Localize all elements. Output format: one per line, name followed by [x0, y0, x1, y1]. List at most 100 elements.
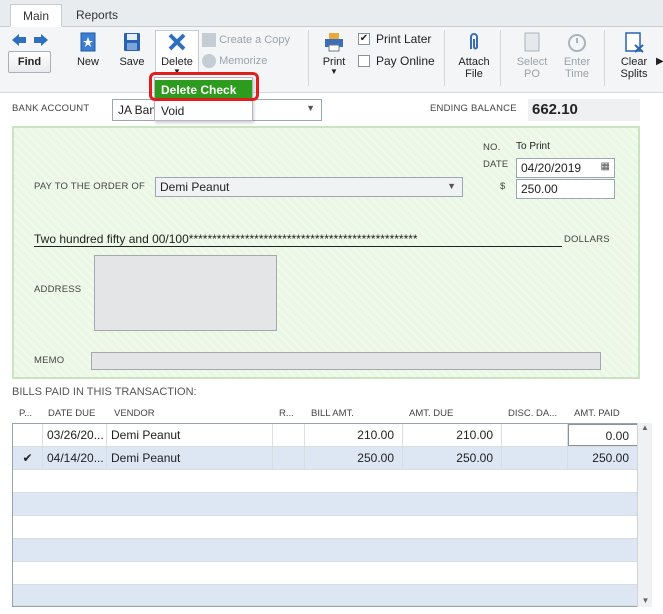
grid-scrollbar[interactable]: ▲ ▼ — [637, 423, 652, 607]
pay-online-checkbox[interactable] — [358, 55, 370, 67]
clear-splits-label-1: Clear — [620, 56, 648, 68]
check-number-value[interactable]: To Print — [516, 141, 550, 152]
new-label: New — [76, 56, 99, 68]
toolbar-separator — [308, 30, 309, 86]
chevron-down-icon: ▼ — [306, 103, 315, 113]
col-header-amt-due[interactable]: AMT. DUE — [409, 405, 489, 423]
payee-value: Demi Peanut — [160, 180, 230, 194]
print-later-label: Print Later — [376, 32, 432, 46]
col-header-date-due[interactable]: DATE DUE — [48, 405, 108, 423]
print-later-option[interactable]: ✔ Print Later — [358, 32, 458, 48]
toolbar-separator — [604, 30, 605, 86]
pay-online-option[interactable]: Pay Online — [358, 54, 458, 70]
amount-currency-label: $ — [500, 181, 506, 192]
disc-date-cell — [502, 447, 568, 469]
disc-date-cell — [502, 424, 568, 446]
date-due-cell: 04/14/20... — [43, 447, 107, 469]
ending-balance-value: 662.10 — [528, 99, 640, 121]
create-copy-button[interactable]: Create a Copy — [202, 33, 300, 49]
void-menu-item[interactable]: Void — [155, 101, 252, 121]
payee-label: PAY TO THE ORDER OF — [34, 181, 145, 192]
select-po-label-1: Select — [516, 56, 548, 68]
amt-paid-cell[interactable]: 250.00 — [568, 447, 638, 469]
bill-amt-cell: 250.00 — [305, 447, 403, 469]
delete-x-icon — [168, 33, 186, 51]
attach-label-2: File — [465, 68, 483, 80]
toolbar-overflow-icon[interactable]: ▶ — [656, 56, 663, 67]
paperclip-icon — [470, 33, 478, 50]
create-copy-label: Create a Copy — [219, 34, 290, 46]
memo-label: MEMO — [34, 355, 65, 366]
save-button[interactable]: Save — [114, 31, 150, 71]
amt-paid-cell[interactable]: 0.00 — [568, 424, 638, 446]
memorize-button[interactable]: Memorize — [202, 54, 300, 70]
col-header-bill-amt[interactable]: BILL AMT. — [311, 405, 391, 423]
enter-time-label-1: Enter — [563, 56, 591, 68]
vendor-cell: Demi Peanut — [107, 447, 273, 469]
attach-file-button[interactable]: Attach File — [455, 31, 493, 81]
scroll-down-icon[interactable]: ▼ — [638, 596, 653, 605]
date-field[interactable]: 04/20/2019 ▦ — [516, 158, 615, 178]
clear-splits-icon — [625, 32, 644, 53]
date-due-cell: 03/26/20... — [43, 424, 107, 446]
clear-splits-button[interactable]: Clear Splits — [614, 31, 654, 81]
amount-field[interactable]: 250.00 — [516, 179, 615, 199]
address-field[interactable] — [94, 255, 277, 331]
find-button[interactable]: Find — [8, 51, 51, 73]
print-dropdown-arrow-icon: ▼ — [330, 67, 338, 76]
printer-icon — [325, 33, 343, 52]
memo-field[interactable] — [91, 352, 601, 370]
ref-cell — [273, 424, 305, 446]
memorize-icon — [202, 54, 216, 68]
col-header-paid[interactable]: P... — [19, 405, 43, 423]
enter-time-label-2: Time — [564, 68, 590, 80]
stopwatch-icon — [568, 34, 586, 52]
prev-next-arrows-icon[interactable] — [10, 32, 50, 48]
new-document-icon — [80, 32, 96, 52]
save-disk-icon — [124, 33, 140, 51]
bank-account-label: BANK ACCOUNT — [12, 103, 90, 114]
ending-balance-label: ENDING BALANCE — [430, 103, 517, 114]
select-po-label-2: PO — [524, 68, 540, 80]
date-label: DATE — [483, 159, 509, 170]
table-row[interactable]: ✔ 04/14/20... Demi Peanut 250.00 250.00 … — [13, 447, 638, 470]
delete-button[interactable]: Delete ▼ — [155, 30, 199, 76]
amt-due-cell: 210.00 — [403, 424, 502, 446]
amt-due-cell: 250.00 — [403, 447, 502, 469]
bill-amt-cell: 210.00 — [305, 424, 403, 446]
tab-reports[interactable]: Reports — [64, 4, 130, 27]
toolbar-separator — [500, 30, 501, 86]
vendor-cell: Demi Peanut — [107, 424, 273, 446]
col-header-amt-paid[interactable]: AMT. PAID — [574, 405, 634, 423]
paid-cell[interactable] — [13, 424, 43, 446]
dollars-label: DOLLARS — [564, 234, 610, 245]
col-header-disc-date[interactable]: DISC. DA... — [508, 405, 566, 423]
payee-select[interactable]: Demi Peanut ▼ — [155, 177, 463, 197]
toolbar-separator — [444, 30, 445, 86]
col-header-ref[interactable]: R... — [279, 405, 299, 423]
print-button[interactable]: Print ▼ — [318, 31, 350, 77]
new-button[interactable]: New — [70, 31, 106, 71]
bills-paid-title: BILLS PAID IN THIS TRANSACTION: — [12, 386, 197, 398]
select-po-icon — [524, 32, 540, 52]
check-number-label: NO. — [483, 142, 501, 153]
date-value: 04/20/2019 — [521, 161, 582, 175]
enter-time-button[interactable]: Enter Time — [558, 31, 596, 81]
nav-arrows — [10, 32, 50, 48]
select-po-button[interactable]: Select PO — [512, 31, 552, 81]
bank-account-value: JA Ban — [118, 103, 157, 117]
chevron-down-icon: ▼ — [447, 181, 456, 191]
pay-online-label: Pay Online — [376, 54, 435, 68]
col-header-vendor[interactable]: VENDOR — [114, 405, 264, 423]
empty-row — [13, 562, 638, 585]
empty-row — [13, 516, 638, 539]
ref-cell — [273, 447, 305, 469]
table-row[interactable]: 03/26/20... Demi Peanut 210.00 210.00 0.… — [13, 424, 638, 447]
tab-main[interactable]: Main — [10, 4, 63, 27]
copy-icon — [202, 33, 216, 47]
paid-checkmark-cell[interactable]: ✔ — [13, 447, 43, 469]
attach-label-1: Attach — [458, 56, 490, 68]
calendar-icon[interactable]: ▦ — [601, 161, 610, 172]
scroll-up-icon[interactable]: ▲ — [638, 423, 652, 432]
print-later-checkbox[interactable]: ✔ — [358, 33, 370, 45]
